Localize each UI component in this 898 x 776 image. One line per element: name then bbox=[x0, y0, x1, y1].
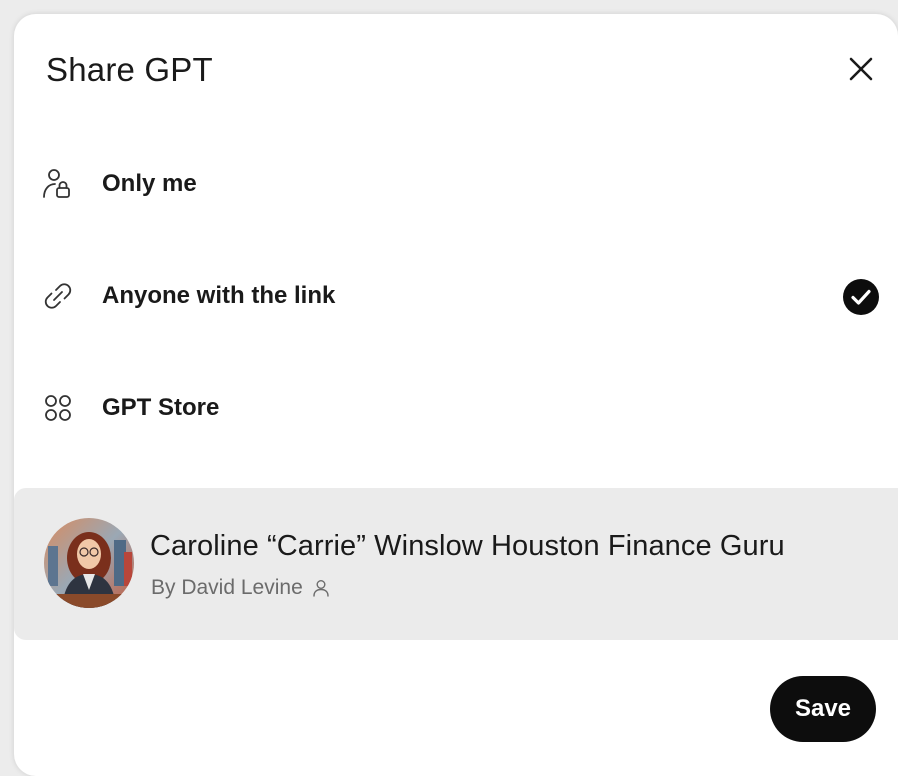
person-lock-icon bbox=[40, 166, 76, 202]
share-option-gpt-store[interactable]: GPT Store bbox=[40, 380, 880, 436]
option-label-gpt-store: GPT Store bbox=[102, 394, 220, 421]
gpt-author: By David Levine bbox=[151, 576, 331, 600]
gpt-avatar bbox=[44, 518, 134, 608]
apps-grid-icon bbox=[40, 390, 76, 426]
gpt-name: Caroline “Carrie” Winslow Houston Financ… bbox=[150, 530, 785, 562]
share-option-only-me[interactable]: Only me bbox=[40, 156, 880, 212]
share-option-anyone-with-link[interactable]: Anyone with the link bbox=[40, 268, 880, 324]
close-icon bbox=[849, 57, 873, 81]
check-circle-icon bbox=[843, 279, 879, 315]
save-button[interactable]: Save bbox=[770, 676, 876, 742]
share-gpt-dialog: Share GPT Only me Anyone with the link G… bbox=[14, 14, 898, 776]
person-icon bbox=[313, 580, 329, 597]
option-label-only-me: Only me bbox=[102, 170, 197, 197]
gpt-author-text: By David Levine bbox=[151, 576, 303, 599]
link-icon bbox=[40, 278, 76, 314]
option-label-anyone-with-link: Anyone with the link bbox=[102, 282, 336, 309]
dialog-title: Share GPT bbox=[46, 51, 213, 88]
gpt-card: Caroline “Carrie” Winslow Houston Financ… bbox=[14, 488, 898, 640]
close-button[interactable] bbox=[844, 52, 878, 86]
